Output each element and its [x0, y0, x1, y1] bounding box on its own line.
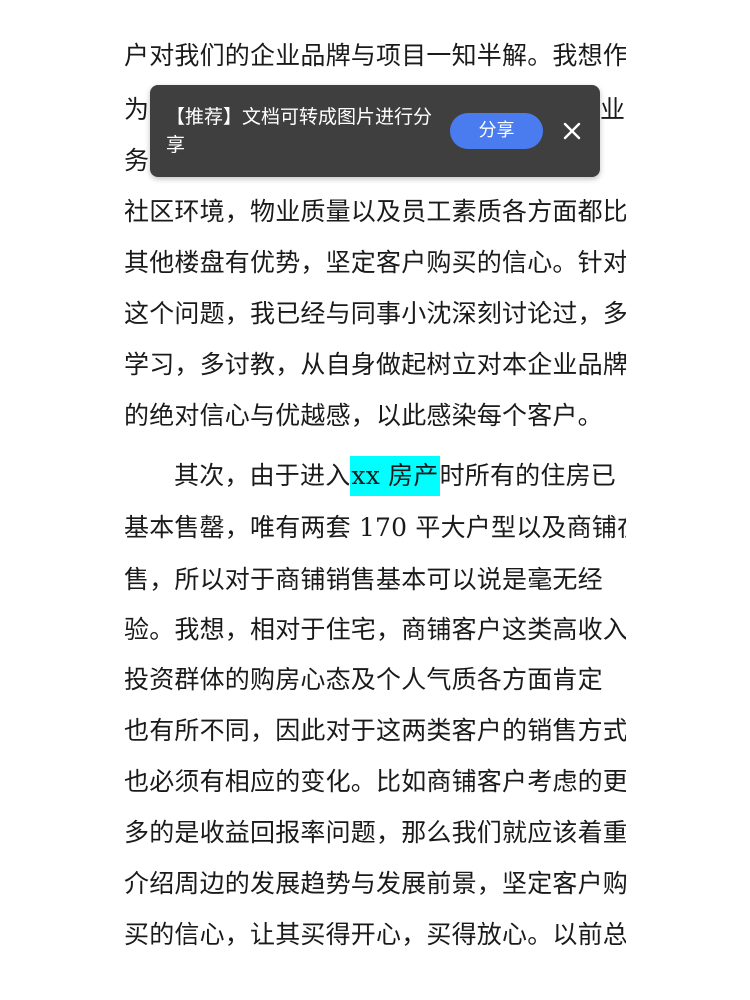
- close-icon[interactable]: [556, 115, 588, 147]
- text-line: 学习，多讨教，从自身做起树立对本企业品牌: [124, 350, 626, 379]
- text-segment: 其次，由于进入: [174, 461, 351, 490]
- highlighted-text[interactable]: xx 房产: [350, 456, 440, 496]
- text-line: 基本售罄，唯有两套 170 平大户型以及商铺在: [124, 513, 626, 542]
- paragraph-first-line: 其次，由于进入xx 房产时所有的住房已: [174, 456, 626, 496]
- text-line: 的绝对信心与优越感，以此感染每个客户。: [124, 401, 603, 430]
- share-toast: 【推荐】文档可转成图片进行分享 分享: [150, 85, 600, 177]
- text-line: 业: [600, 95, 626, 124]
- text-line: 多的是收益回报率问题，那么我们就应该着重: [124, 818, 626, 847]
- text-segment: 时所有的住房已: [439, 461, 616, 490]
- share-button[interactable]: 分享: [450, 113, 543, 149]
- text-line: 户对我们的企业品牌与项目一知半解。我想作: [124, 41, 626, 70]
- text-line: 验。我想，相对于住宅，商铺客户这类高收入: [124, 615, 626, 644]
- text-line: 介绍周边的发展趋势与发展前景，坚定客户购: [124, 869, 626, 898]
- text-line: 社区环境，物业质量以及员工素质各方面都比: [124, 197, 626, 226]
- text-line: 售，所以对于商铺销售基本可以说是毫无经: [124, 565, 603, 594]
- toast-message: 【推荐】文档可转成图片进行分享: [166, 106, 433, 156]
- text-line: 这个问题，我已经与同事小沈深刻讨论过，多: [124, 299, 626, 328]
- text-line: 也必须有相应的变化。比如商铺客户考虑的更: [124, 767, 626, 796]
- text-line: 买的信心，让其买得开心，买得放心。以前总: [124, 920, 626, 949]
- text-line: 也有所不同，因此对于这两类客户的销售方式: [124, 716, 626, 745]
- text-line: 投资群体的购房心态及个人气质各方面肯定: [124, 665, 603, 694]
- text-line: 其他楼盘有优势，坚定客户购买的信心。针对: [124, 248, 626, 277]
